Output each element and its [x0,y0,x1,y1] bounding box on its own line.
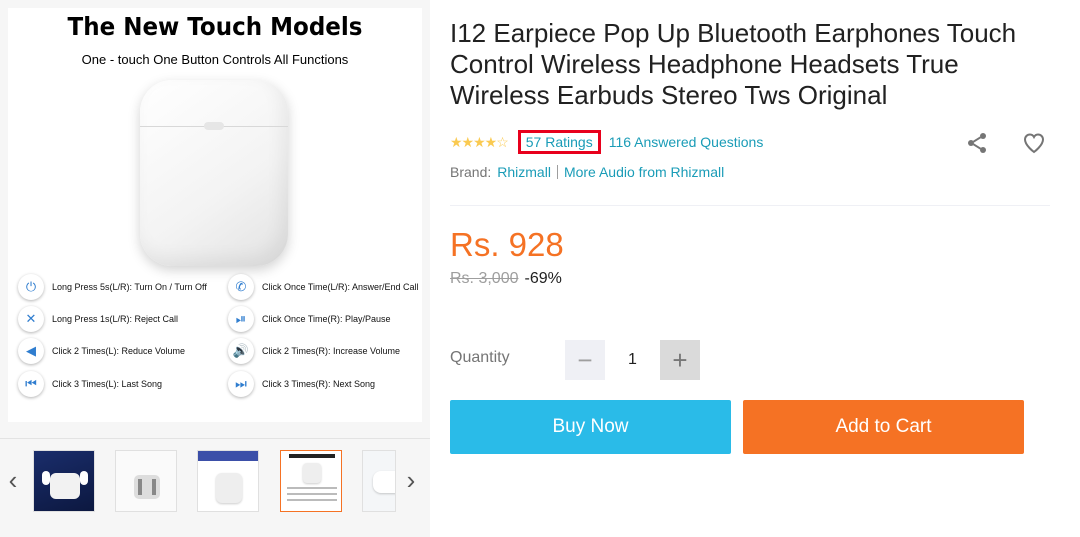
control-label: Click 3 Times(R): Next Song [262,379,376,389]
play-pause-icon: ⏯ [228,306,254,332]
thumbnail-3[interactable] [197,450,259,512]
promo-subtitle: One - touch One Button Controls All Func… [81,52,349,67]
section-divider [450,205,1050,206]
thumbnail-1[interactable] [33,450,95,512]
control-label: Click Once Time(R): Play/Pause [262,314,391,324]
thumbnail-2[interactable] [115,450,177,512]
share-icon[interactable] [965,131,989,155]
control-label: Long Press 5s(L/R): Turn On / Turn Off [52,282,207,292]
discount-percent: -69% [524,270,562,287]
control-item: ◀ Click 2 Times(L): Reduce Volume [18,336,185,366]
control-item: ⏻ Long Press 5s(L/R): Turn On / Turn Off [18,272,207,302]
original-price: Rs. 3,000 [450,270,519,287]
more-from-brand-link[interactable]: More Audio from Rhizmall [564,164,724,180]
thumbnail-next-arrow-icon[interactable]: › [402,460,420,500]
earbuds-case-image [140,80,288,266]
phone-reject-icon: ✕ [18,306,44,332]
control-label: Click 2 Times(L): Reduce Volume [52,346,186,356]
control-label: Click Once Time(L/R): Answer/End Call [262,282,419,292]
thumbnail-5[interactable] [362,450,396,512]
control-label: Long Press 1s(L/R): Reject Call [52,314,179,324]
answered-questions-link[interactable]: 116 Answered Questions [609,134,764,150]
control-item: ✆ Click Once Time(L/R): Answer/End Call [228,272,419,302]
phone-answer-icon: ✆ [228,274,254,300]
rating-row: ★★★★☆ 57 Ratings 116 Answered Questions [450,130,1050,154]
quantity-value[interactable]: 1 [605,340,660,380]
control-item: ⏭ Click 3 Times(R): Next Song [228,369,375,399]
brand-link[interactable]: Rhizmall [497,164,551,180]
volume-down-icon: ◀ [18,338,44,364]
current-price: Rs. 928 [450,226,564,263]
star-rating-icon[interactable]: ★★★★☆ [450,134,509,151]
add-to-cart-button[interactable]: Add to Cart [743,400,1024,454]
quantity-label: Quantity [450,349,510,366]
main-product-image[interactable]: The New Touch Models One - touch One But… [8,8,422,422]
control-item: ⏯ Click Once Time(R): Play/Pause [228,304,391,334]
thumbnail-prev-arrow-icon[interactable]: ‹ [4,460,22,500]
control-label: Click 3 Times(L): Last Song [52,379,163,389]
quantity-decrease-button[interactable]: − [565,340,605,380]
volume-up-icon: 🔊 [228,338,254,364]
brand-label: Brand: [450,164,492,180]
control-item: 🔊 Click 2 Times(R): Increase Volume [228,336,400,366]
quantity-increase-button[interactable]: + [660,340,700,380]
control-item: ⏮ Click 3 Times(L): Last Song [18,369,162,399]
product-title: I12 Earpiece Pop Up Bluetooth Earphones … [450,18,1017,110]
thumbnail-divider [0,438,430,439]
next-track-icon: ⏭ [228,371,254,397]
brand-row: Brand: Rhizmall More Audio from Rhizmall [450,164,724,180]
power-icon: ⏻ [18,274,44,300]
control-item: ✕ Long Press 1s(L/R): Reject Call [18,304,178,334]
promo-title: The New Touch Models [67,12,363,41]
thumbnail-4-active[interactable] [280,450,342,512]
buy-now-button[interactable]: Buy Now [450,400,731,454]
ratings-count-link[interactable]: 57 Ratings [517,130,601,154]
wishlist-heart-icon[interactable] [1022,131,1046,155]
control-label: Click 2 Times(R): Increase Volume [262,346,401,356]
previous-track-icon: ⏮ [18,371,44,397]
divider [556,165,558,179]
original-price-row: Rs. 3,000 -69% [450,270,562,288]
product-gallery: The New Touch Models One - touch One But… [0,0,430,537]
